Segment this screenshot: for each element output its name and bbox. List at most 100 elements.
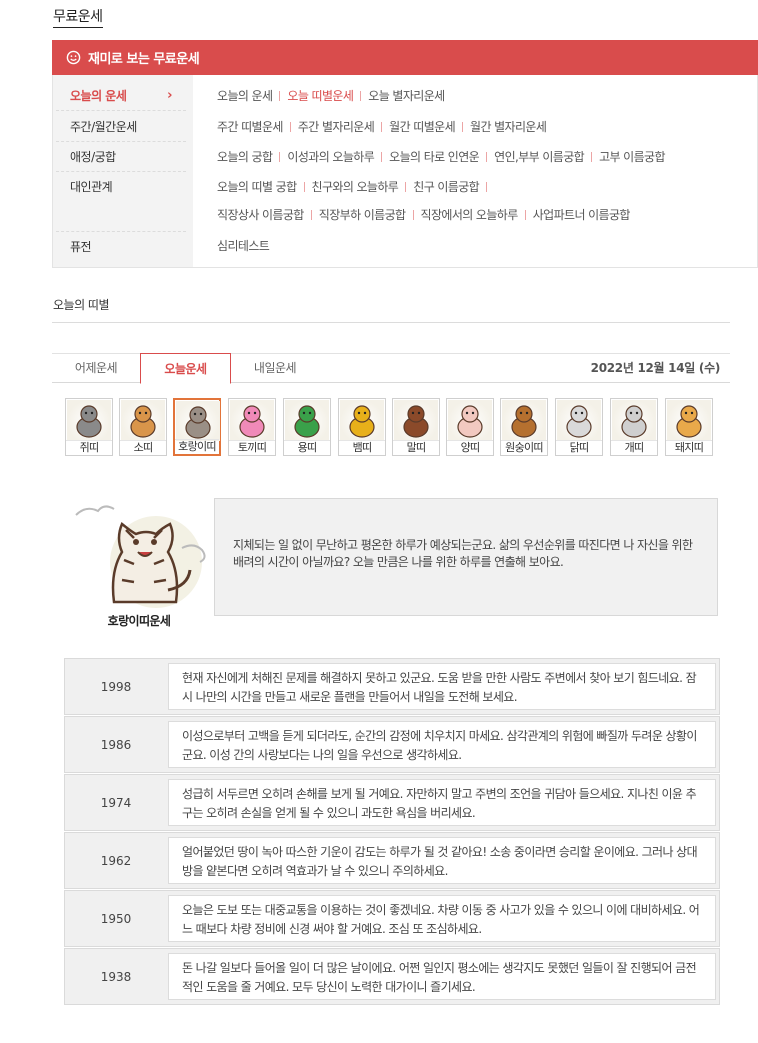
category-label: 주간/월간운세: [70, 120, 137, 134]
link-today-zodiac[interactable]: 오늘 띠별운세: [287, 89, 353, 103]
category-fusion[interactable]: 퓨전: [56, 232, 186, 262]
divider: [381, 122, 383, 132]
link-subordinate-name-match[interactable]: 직장부하 이름궁합: [319, 208, 406, 222]
zodiac-item[interactable]: 개띠: [610, 398, 658, 456]
birth-year: 1938: [100, 969, 132, 984]
link-psych-test[interactable]: 심리테스트: [217, 239, 270, 253]
link-partner-name-match[interactable]: 사업파트너 이름궁합: [533, 208, 631, 222]
birth-year: 1962: [100, 853, 132, 868]
year-fortune-text: 현재 자신에게 처해진 문제를 해결하지 못하고 있군요. 도움 받을 만한 사…: [168, 663, 716, 710]
zodiac-label: 뱀띠: [339, 440, 385, 454]
tab-today[interactable]: 오늘운세: [140, 353, 231, 384]
divider: [412, 210, 414, 220]
link-monthly-zodiac[interactable]: 월간 띠별운세: [389, 120, 455, 134]
section-title: 오늘의 띠별: [53, 298, 110, 312]
link-inlaw-name-match[interactable]: 고부 이름궁합: [599, 150, 665, 164]
zodiac-item[interactable]: 호랑이띠: [173, 398, 221, 456]
category-relations[interactable]: 대인관계: [56, 172, 186, 232]
menu-row-today: 오늘의 운세 오늘 띠별운세 오늘 별자리운세: [217, 86, 445, 106]
zodiac-item[interactable]: 닭띠: [555, 398, 603, 456]
zodiac-item[interactable]: 용띠: [283, 398, 331, 456]
link-weekly-constellation[interactable]: 주간 별자리운세: [298, 120, 375, 134]
link-weekly-zodiac[interactable]: 주간 띠별운세: [217, 120, 283, 134]
link-monthly-constellation[interactable]: 월간 별자리운세: [470, 120, 547, 134]
divider: [279, 91, 281, 101]
zodiac-item[interactable]: 말띠: [392, 398, 440, 456]
divider: [486, 182, 488, 192]
fortune-banner: 재미로 보는 무료운세: [52, 40, 758, 75]
link-friend-name-match[interactable]: 친구 이름궁합: [413, 180, 479, 194]
category-label: 오늘의 운세: [70, 89, 127, 103]
banner-title: 재미로 보는 무료운세: [88, 52, 200, 67]
link-work-today[interactable]: 직장에서의 오늘하루: [421, 208, 519, 222]
divider: [524, 210, 526, 220]
zodiac-label: 돼지띠: [666, 440, 712, 454]
zodiac-animal-icon: [502, 400, 546, 440]
year-fortune-row: 1962 얼어붙었던 땅이 녹아 따스한 기운이 감도는 하루가 될 것 같아요!…: [64, 832, 720, 889]
year-fortune-row: 1950 오늘은 도보 또는 대중교통을 이용하는 것이 좋겠네요. 차량 이동 …: [64, 890, 720, 947]
divider: [310, 210, 312, 220]
tab-yesterday[interactable]: 어제운세: [52, 353, 140, 384]
zodiac-item[interactable]: 뱀띠: [338, 398, 386, 456]
zodiac-item[interactable]: 돼지띠: [665, 398, 713, 456]
link-today-fortune[interactable]: 오늘의 운세: [217, 89, 273, 103]
zodiac-label: 용띠: [284, 440, 330, 454]
link-couple-name-match[interactable]: 연인,부부 이름궁합: [494, 150, 585, 164]
birth-year: 1998: [100, 679, 132, 694]
zodiac-label: 개띠: [611, 440, 657, 454]
menu-row-relations-1: 오늘의 띠별 궁합 친구와의 오늘하루 친구 이름궁합: [217, 177, 494, 197]
divider: [486, 152, 488, 162]
zodiac-animal-icon: [340, 400, 384, 440]
zodiac-animal-icon: [285, 400, 329, 440]
divider: [303, 182, 305, 192]
year-fortune-text: 성급히 서두르면 오히려 손해를 보게 될 거예요. 자만하지 말고 주변의 조…: [168, 779, 716, 826]
tab-tomorrow[interactable]: 내일운세: [231, 353, 319, 384]
birth-year: 1950: [100, 911, 132, 926]
zodiac-item[interactable]: 원숭이띠: [500, 398, 548, 456]
link-friend-today[interactable]: 친구와의 오늘하루: [312, 180, 399, 194]
menu-row-fusion: 심리테스트: [217, 236, 270, 256]
divider: [591, 152, 593, 162]
zodiac-animal-icon: [557, 400, 601, 440]
link-tarot[interactable]: 오늘의 타로 인연운: [389, 150, 480, 164]
fortune-menu: 오늘의 운세 › 주간/월간운세 애정/궁합 대인관계 퓨전 오늘의 운세 오늘 …: [52, 75, 758, 268]
birth-year: 1986: [100, 737, 132, 752]
year-fortune-row: 1938 돈 나갈 일보다 들어올 일이 더 많은 날이에요. 어쩐 일인지 평소…: [64, 948, 720, 1005]
fortune-summary: 지체되는 일 없이 무난하고 평온한 하루가 예상되는군요. 삶의 우선순위를 …: [214, 498, 718, 616]
link-boss-name-match[interactable]: 직장상사 이름궁합: [217, 208, 304, 222]
zodiac-label: 양띠: [447, 440, 493, 454]
zodiac-label: 토끼띠: [229, 440, 275, 454]
birth-year: 1974: [100, 795, 132, 810]
zodiac-item[interactable]: 양띠: [446, 398, 494, 456]
menu-row-weekly: 주간 띠별운세 주간 별자리운세 월간 띠별운세 월간 별자리운세: [217, 117, 547, 137]
category-weekly-monthly[interactable]: 주간/월간운세: [56, 112, 186, 142]
year-fortune-text: 돈 나갈 일보다 들어올 일이 더 많은 날이에요. 어쩐 일인지 평소에는 생…: [168, 953, 716, 1000]
page-title: 무료운세: [53, 6, 103, 28]
link-zodiac-match[interactable]: 오늘의 띠별 궁합: [217, 180, 297, 194]
day-tabs: 어제운세 오늘운세 내일운세 2022년 12월 14일 (수): [52, 353, 730, 384]
category-label: 퓨전: [70, 240, 92, 254]
zodiac-animal-icon: [176, 401, 220, 441]
tiger-illustration: [75, 505, 206, 608]
zodiac-animal-icon: [448, 400, 492, 440]
menu-row-relations-2: 직장상사 이름궁합 직장부하 이름궁합 직장에서의 오늘하루 사업파트너 이름궁합: [217, 205, 630, 225]
menu-row-love: 오늘의 궁합 이성과의 오늘하루 오늘의 타로 인연운 연인,부부 이름궁합 고부 이름…: [217, 147, 666, 167]
zodiac-label: 원숭이띠: [501, 440, 547, 454]
zodiac-animal-icon: [230, 400, 274, 440]
category-label: 애정/궁합: [70, 150, 116, 164]
link-opposite-sex-today[interactable]: 이성과의 오늘하루: [287, 150, 374, 164]
zodiac-item[interactable]: 토끼띠: [228, 398, 276, 456]
zodiac-item[interactable]: 소띠: [119, 398, 167, 456]
divider: [462, 122, 464, 132]
year-fortune-row: 1974 성급히 서두르면 오히려 손해를 보게 될 거예요. 자만하지 말고 주…: [64, 774, 720, 831]
year-fortune-row: 1986 이성으로부터 고백을 듣게 되더라도, 순간의 감정에 치우치지 마세요…: [64, 716, 720, 773]
zodiac-label: 말띠: [393, 440, 439, 454]
divider: [360, 91, 362, 101]
link-today-match[interactable]: 오늘의 궁합: [217, 150, 273, 164]
link-today-constellation[interactable]: 오늘 별자리운세: [368, 89, 445, 103]
zodiac-animal-icon: [612, 400, 656, 440]
category-love[interactable]: 애정/궁합: [56, 142, 186, 172]
zodiac-item[interactable]: 쥐띠: [65, 398, 113, 456]
zodiac-label: 호랑이띠: [175, 439, 219, 453]
category-today[interactable]: 오늘의 운세 ›: [56, 81, 186, 111]
